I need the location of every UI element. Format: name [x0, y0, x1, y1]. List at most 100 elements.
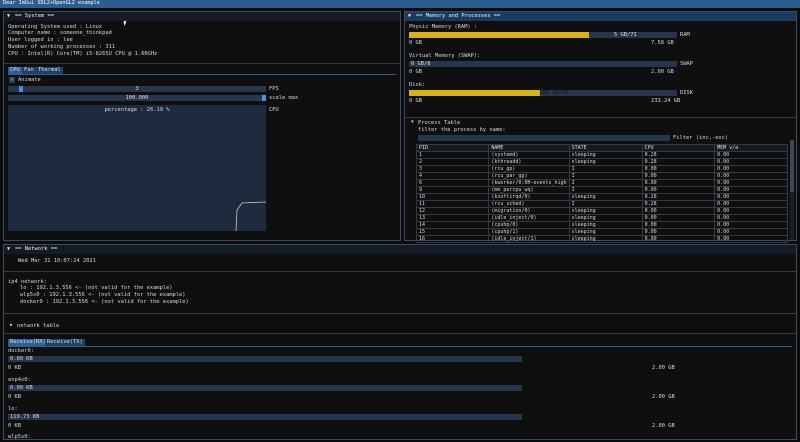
process-row[interactable]: 10 (ksoftirqd/0) sleeping 0.28 0.00	[415, 193, 788, 201]
process-cell-mem: 0.00	[714, 165, 788, 173]
network-table-toggle-icon[interactable]: ▶	[10, 323, 13, 329]
process-cell-mem: 0.00	[714, 228, 788, 236]
process-cell-name: (mm_percpu_wq)	[488, 186, 570, 194]
tab-fan[interactable]: Fan	[22, 67, 36, 74]
process-cell-mem: 0.00	[714, 235, 788, 243]
separator	[4, 271, 796, 272]
disk-min: 0 GB	[409, 98, 422, 104]
process-row[interactable]: 9 (mm_percpu_wq) I 0.00 0.00	[415, 186, 788, 194]
process-cell-pid: 14	[415, 221, 490, 229]
tab-thermal[interactable]: Thermal	[36, 67, 63, 74]
animate-label: Animate	[18, 77, 41, 83]
process-cell-mem: 0.00	[714, 200, 788, 208]
process-table-toggle-icon[interactable]: ▼	[411, 120, 414, 126]
disk-bar: 114 GB/46	[409, 90, 677, 96]
process-cell-state: sleeping	[568, 228, 643, 236]
process-cell-pid: 16	[415, 235, 490, 243]
process-cell-state: sleeping	[568, 158, 643, 166]
tab-cpu[interactable]: CPU	[8, 67, 22, 74]
scale-value: 100.000	[125, 95, 149, 101]
rx-lo-value: 119.73 KB	[10, 414, 40, 420]
system-panel-title: == System ==	[15, 13, 54, 19]
collapse-arrow-icon[interactable]: ▼	[7, 247, 10, 252]
network-panel-header[interactable]: ▼ == Network ==	[4, 245, 796, 254]
memory-panel-title: == Memory and Processes ==	[416, 13, 501, 19]
tab-receive-tx[interactable]: Receive(TX)	[45, 339, 85, 346]
network-datetime: Wed Mar 31 10:07:24 2021	[18, 258, 96, 264]
process-cell-name: (migration/0)	[488, 207, 570, 215]
process-cell-state: I	[568, 165, 643, 173]
process-table-scroll-thumb[interactable]	[790, 140, 794, 192]
filter-input[interactable]	[418, 135, 670, 141]
process-row[interactable]: 11 (rcu_sched) I 0.28 0.00	[415, 200, 788, 208]
animate-checkbox[interactable]: ✓	[9, 77, 15, 83]
process-row[interactable]: 13 (idle_inject/0) sleeping 0.00 0.00	[415, 214, 788, 222]
disk-bar-text: 114 GB/46	[539, 90, 569, 96]
scale-slider[interactable]: 100.000	[8, 95, 266, 101]
process-table-header: PID NAME STATE CPU MEM v/a	[415, 144, 788, 152]
fps-value: 3	[135, 86, 139, 92]
process-cell-cpu: 0.28	[641, 200, 716, 208]
process-row[interactable]: 1 (systemd) sleeping 0.28 0.00	[415, 151, 788, 159]
process-cell-mem: 0.00	[714, 151, 788, 159]
separator	[4, 313, 796, 314]
process-cell-pid: 13	[415, 214, 490, 222]
process-cell-name: (kthreadd)	[488, 158, 570, 166]
process-row[interactable]: 6 (kworker/0:0H-events_high I 0.00 0.00	[415, 179, 788, 187]
column-header-mem[interactable]: MEM v/a	[714, 144, 788, 152]
rx-lo-min: 0 KB	[8, 423, 21, 429]
process-row[interactable]: 14 (cpuhp/0) sleeping 0.00 0.00	[415, 221, 788, 229]
process-cell-state: I	[568, 172, 643, 180]
column-header-pid[interactable]: PID	[415, 144, 490, 152]
network-table-label[interactable]: network table	[17, 323, 59, 329]
process-cell-cpu: 0.00	[641, 228, 716, 236]
collapse-arrow-icon[interactable]: ▼	[7, 14, 10, 19]
process-cell-cpu: 0.00	[641, 179, 716, 187]
process-cell-mem: 0.00	[714, 193, 788, 201]
rx-docker0-max: 2.00 GB	[652, 365, 675, 371]
process-cell-mem: 0.00	[714, 221, 788, 229]
process-cell-state: sleeping	[568, 221, 643, 229]
process-cell-mem: 0.00	[714, 158, 788, 166]
ram-bar-fill	[409, 32, 589, 38]
process-cell-pid: 15	[415, 228, 490, 236]
process-cell-name: (idle_inject/0)	[488, 214, 570, 222]
column-header-name[interactable]: NAME	[488, 144, 570, 152]
process-cell-state: sleeping	[568, 207, 643, 215]
rx-enp4s0-value: 0.00 KB	[10, 385, 33, 391]
column-header-cpu[interactable]: CPU	[641, 144, 716, 152]
memory-panel-header[interactable]: ▼ == Memory and Processes ==	[405, 12, 796, 21]
user-info: User logged in : lee	[8, 37, 73, 43]
rx-enp4s0-min: 0 KB	[8, 394, 21, 400]
process-cell-cpu: 0.00	[641, 221, 716, 229]
process-row[interactable]: 16 (idle_inject/1) sleeping 0.00 0.00	[415, 235, 788, 243]
fps-label: FPS	[269, 86, 279, 92]
swap-bar: 0 GB/8	[409, 61, 677, 67]
process-row[interactable]: 3 (rcu_gp) I 0.00 0.00	[415, 165, 788, 173]
rx-docker0-name: docker0:	[8, 348, 34, 354]
process-row[interactable]: 2 (kthreadd) sleeping 0.28 0.00	[415, 158, 788, 166]
process-cell-cpu: 0.28	[641, 158, 716, 166]
network-panel: ▼ == Network == Wed Mar 31 10:07:24 2021…	[3, 244, 797, 440]
filter-label: filter the process by name:	[418, 127, 506, 133]
process-row[interactable]: 12 (migration/0) sleeping 0.00 0.00	[415, 207, 788, 215]
collapse-arrow-icon[interactable]: ▼	[408, 14, 411, 19]
process-cell-pid: 1	[415, 151, 490, 159]
system-panel-header[interactable]: ▼ == System ==	[4, 12, 400, 21]
process-cell-cpu: 0.00	[641, 214, 716, 222]
process-table-label[interactable]: Process Table	[418, 120, 460, 126]
cpu-plot-line	[235, 201, 266, 231]
process-table-scrollbar[interactable]	[790, 140, 794, 240]
tab-receive-rx[interactable]: Receive(RX)	[8, 339, 48, 346]
fps-slider[interactable]: 3	[8, 86, 266, 92]
process-row[interactable]: 15 (cpuhp/1) sleeping 0.00 0.00	[415, 228, 788, 236]
swap-max: 2.00 GB	[651, 69, 674, 75]
disk-bar-fill	[409, 90, 541, 96]
ram-min: 0 GB	[409, 40, 422, 46]
window-title: Dear ImGui SDL2+OpenGL2 example	[3, 0, 100, 6]
cpu-info: CPU : Intel(R) Core(TM) i5-8265U CPU @ 1…	[8, 51, 158, 57]
process-row[interactable]: 4 (rcu_par_gp) I 0.00 0.00	[415, 172, 788, 180]
process-cell-name: (ksoftirqd/0)	[488, 193, 570, 201]
column-header-state[interactable]: STATE	[568, 144, 643, 152]
process-cell-mem: 0.00	[714, 172, 788, 180]
